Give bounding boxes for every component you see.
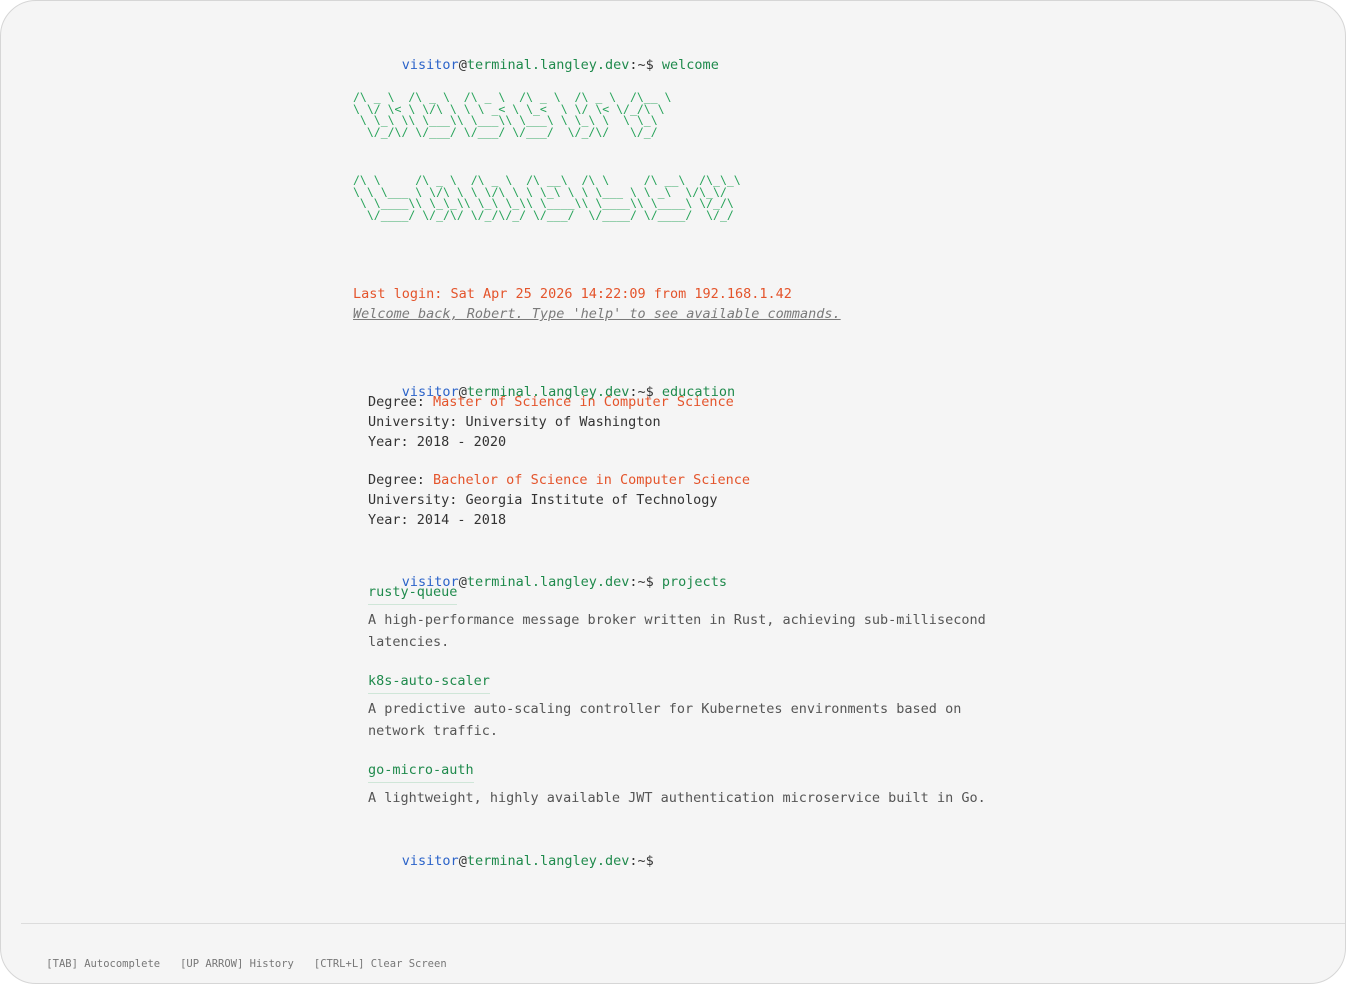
project-description: A lightweight, highly available JWT auth…	[368, 790, 986, 806]
project-item: rusty-queue A high-performance message b…	[353, 582, 1053, 653]
degree-value: Bachelor of Science in Computer Science	[433, 472, 751, 488]
degree-value: Master of Science in Computer Science	[433, 394, 734, 410]
prompt-at: @	[458, 853, 467, 869]
command-welcome: welcome	[661, 57, 719, 73]
shortcut-clear-screen: [CTRL+L] Clear Screen	[313, 958, 447, 970]
degree-label: Degree:	[368, 394, 434, 410]
prompt-user: visitor	[401, 853, 459, 869]
year-line: Year: 2018 - 2020	[368, 434, 507, 450]
project-link-rusty-queue[interactable]: rusty-queue	[368, 582, 458, 605]
terminal-window: visitor@terminal.langley.dev:~$ welcome …	[0, 0, 1346, 984]
shortcut-history: [UP ARROW] History	[180, 958, 294, 970]
education-entry: Degree: Bachelor of Science in Computer …	[353, 470, 1053, 530]
prompt-host: terminal.langley.dev	[466, 853, 630, 869]
ascii-banner-row-2: /\ \ /\ _ \ /\ _ \ /\ __\ /\ \ /\ __\ /\…	[353, 173, 741, 222]
terminal-output: visitor@terminal.langley.dev:~$ welcome …	[353, 35, 1053, 869]
university-line: University: University of Washington	[368, 414, 661, 430]
prompt-path: :~$	[629, 853, 654, 869]
shortcut-autocomplete: [TAB] Autocomplete	[46, 958, 161, 970]
active-prompt-input[interactable]: visitor@terminal.langley.dev:~$	[353, 831, 1053, 869]
prompt-host: terminal.langley.dev	[466, 574, 630, 590]
year-line: Year: 2014 - 2018	[368, 512, 507, 528]
project-link-k8s-auto-scaler[interactable]: k8s-auto-scaler	[368, 671, 490, 694]
ascii-banner-row-1: /\ _ \ /\ _ \ /\ _ \ /\ _ \ /\ _ \ /\__ …	[353, 90, 672, 139]
project-item: k8s-auto-scaler A predictive auto-scalin…	[353, 671, 1053, 742]
prompt-line-projects: visitor@terminal.langley.dev:~$ projects	[353, 552, 1053, 590]
prompt-line-welcome: visitor@terminal.langley.dev:~$ welcome	[353, 35, 1053, 73]
university-line: University: Georgia Institute of Technol…	[368, 492, 718, 508]
last-login-text: Last login: Sat Apr 25 2026 14:22:09 fro…	[353, 286, 792, 302]
prompt-line-education: visitor@terminal.langley.dev:~$ educatio…	[353, 362, 1053, 400]
degree-label: Degree:	[368, 472, 434, 488]
prompt-user: visitor	[401, 57, 459, 73]
prompt-path: :~$	[629, 574, 654, 590]
welcome-hint-text: Welcome back, Robert. Type 'help' to see…	[353, 306, 841, 322]
project-description: A high-performance message broker writte…	[368, 612, 986, 650]
command-projects: projects	[661, 574, 727, 590]
keyboard-shortcuts-footer: [TAB] Autocomplete [UP ARROW] History [CTR…	[21, 946, 467, 982]
education-entry: Degree: Master of Science in Computer Sc…	[353, 392, 1053, 452]
project-link-go-micro-auth[interactable]: go-micro-auth	[368, 760, 474, 783]
prompt-host: terminal.langley.dev	[466, 57, 630, 73]
footer-divider	[21, 923, 1345, 924]
prompt-at: @	[458, 57, 467, 73]
project-item: go-micro-auth A lightweight, highly avai…	[353, 760, 1053, 809]
project-description: A predictive auto-scaling controller for…	[368, 701, 962, 739]
prompt-at: @	[458, 574, 467, 590]
prompt-path: :~$	[629, 57, 654, 73]
ascii-banner: /\ _ \ /\ _ \ /\ _ \ /\ _ \ /\ _ \ /\__ …	[353, 69, 1053, 258]
